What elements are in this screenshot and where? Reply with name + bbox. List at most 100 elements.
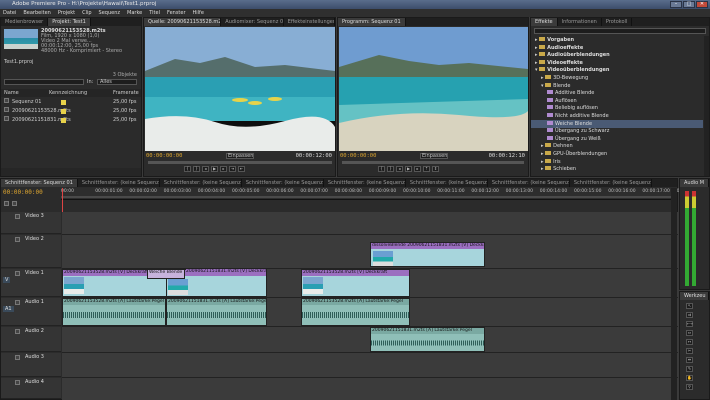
menu-item[interactable]: Fenster (167, 9, 186, 17)
tab-timeline[interactable]: Schnittfenster: (keine Sequenzen) (78, 179, 160, 187)
clip-video2[interactable]: dissolveBlende 20090621151831.m2ts [V] D… (370, 242, 485, 267)
search-scope-select[interactable]: Alles (97, 79, 137, 85)
track-header-audio-4[interactable]: Audio 4 (1, 378, 61, 399)
overwrite-button[interactable]: ⇤ (238, 166, 245, 172)
col-name[interactable]: Name (4, 89, 19, 97)
track-header-video-3[interactable]: Video 3 (1, 212, 61, 234)
play-icon[interactable]: ▶ (405, 166, 412, 172)
step-back-icon[interactable]: ◂ (396, 166, 403, 172)
insert-button[interactable]: ⇥ (229, 166, 236, 172)
source-fit-select[interactable]: Einpassen (226, 153, 254, 159)
menu-item[interactable]: Titel (149, 9, 160, 17)
step-forward-icon[interactable]: ▸ (414, 166, 421, 172)
program-fit-select[interactable]: Einpassen (420, 153, 448, 159)
target-video-label[interactable]: V (3, 277, 11, 283)
razor-tool-icon[interactable]: ✂ (686, 348, 693, 354)
tab-effect-controls[interactable]: Effekteinstellungen (284, 18, 335, 26)
snap-icon[interactable] (4, 201, 9, 206)
transition-soft-blend[interactable]: Weiche Blende (147, 269, 185, 279)
step-back-icon[interactable]: ◂ (202, 166, 209, 172)
slip-tool-icon[interactable]: ⇹ (686, 357, 693, 363)
tab-timeline[interactable]: Schnittfenster: (keine Sequenzen) (324, 179, 406, 187)
step-forward-icon[interactable]: ▸ (220, 166, 227, 172)
speaker-icon[interactable] (15, 329, 20, 334)
target-audio-label[interactable]: A1 (3, 306, 14, 312)
clip-video1-b[interactable] (166, 279, 267, 297)
extract-button[interactable]: ⇞ (432, 166, 439, 172)
tab-info[interactable]: Informationen (558, 18, 602, 26)
work-area-bar[interactable] (61, 196, 677, 198)
tab-project[interactable]: Projekt: Test1 (48, 18, 91, 26)
rate-stretch-tool-icon[interactable]: ↔ (686, 339, 693, 345)
speaker-icon[interactable] (15, 380, 20, 385)
tab-audiomixer[interactable]: Audiomixer: Sequenz 01 (221, 18, 284, 26)
track-header-audio-3[interactable]: Audio 3 (1, 353, 61, 377)
pen-tool-icon[interactable]: ✎ (686, 366, 693, 372)
clip-audio1-a[interactable]: 20090621153528.m2ts [A] Lautstärke:Pegel (62, 298, 166, 326)
source-timecode[interactable]: 00:00:00:00 (146, 153, 182, 159)
tab-timeline[interactable]: Schnittfenster: (keine Sequenzen) (570, 179, 652, 187)
clip-audio1-c[interactable]: 20090621153528.m2ts [A] Lautstärke:Pegel (301, 298, 410, 326)
mark-in-button[interactable]: { (184, 166, 191, 172)
minimize-button[interactable]: – (670, 1, 682, 8)
rolling-edit-tool-icon[interactable]: ⇔ (686, 330, 693, 336)
track-select-tool-icon[interactable]: ⇉ (686, 312, 693, 318)
menu-item[interactable]: Marke (127, 9, 142, 17)
speaker-icon[interactable] (15, 355, 20, 360)
menu-item[interactable]: Datei (3, 9, 16, 17)
track-header-video-2[interactable]: Video 2 (1, 235, 61, 268)
tab-effects[interactable]: Effekte (531, 18, 558, 26)
maximize-button[interactable]: □ (683, 1, 695, 8)
tab-timeline[interactable]: Schnittfenster: (keine Sequenzen) (488, 179, 570, 187)
zoom-tool-icon[interactable]: ⚲ (686, 384, 693, 390)
menu-item[interactable]: Bearbeiten (23, 9, 50, 17)
menu-item[interactable]: Projekt (58, 9, 75, 17)
play-icon[interactable]: ▶ (211, 166, 218, 172)
source-scrub-bar[interactable] (148, 161, 332, 164)
effects-scrollbar[interactable] (704, 36, 709, 176)
track-header-audio-2[interactable]: Audio 2 (1, 327, 61, 352)
speaker-icon[interactable] (15, 300, 20, 305)
selection-tool-icon[interactable]: ↖ (686, 303, 693, 309)
mark-out-button[interactable]: } (387, 166, 394, 172)
hand-tool-icon[interactable]: ✋ (686, 375, 693, 381)
tab-timeline[interactable]: Schnittfenster: (keine Sequenzen) (160, 179, 242, 187)
mark-in-button[interactable]: { (378, 166, 385, 172)
tab-timeline[interactable]: Schnittfenster: (keine Sequenzen) (242, 179, 324, 187)
track-header-video-1[interactable]: V Video 1 (1, 269, 61, 297)
clip-video1-c[interactable]: 20090621153528.m2ts [V] Deckkraft (301, 269, 410, 297)
close-button[interactable]: ✕ (696, 1, 708, 8)
program-scrub-bar[interactable] (342, 161, 524, 164)
timeline-timecode[interactable]: 00:00:00:00 (3, 189, 43, 196)
mark-out-button[interactable]: } (193, 166, 200, 172)
effects-search-input[interactable] (534, 28, 706, 34)
tab-history[interactable]: Protokoll (602, 18, 633, 26)
clip-audio2[interactable]: 20090621151831.m2ts [A] Lautstärke:Pegel (370, 327, 485, 352)
tab-source[interactable]: Quelle: 20090621153528.m2ts (144, 18, 222, 26)
tab-timeline[interactable]: Schnittfenster: (keine Sequenzen) (406, 179, 488, 187)
eye-icon[interactable] (15, 214, 20, 219)
ripple-edit-tool-icon[interactable]: ⟷ (686, 321, 693, 327)
col-label[interactable]: Kennzeichnung (49, 89, 87, 97)
col-framerate[interactable]: Framerate (113, 89, 139, 97)
tab-timeline[interactable]: Schnittfenster: Sequenz 01 (1, 179, 78, 187)
menu-item[interactable]: Hilfe (193, 9, 204, 17)
menu-item[interactable]: Sequenz (99, 9, 120, 17)
project-item[interactable]: 20090621151831.m2ts 25,00 fps (1, 116, 141, 125)
timeline-scrollbar[interactable] (671, 188, 677, 400)
effects-item[interactable]: ▸ Schieben (531, 165, 703, 173)
menu-item[interactable]: Clip (82, 9, 91, 17)
tab-tools[interactable]: Werkzeu (680, 292, 709, 300)
track-header-audio-1[interactable]: A1 Audio 1 (1, 298, 61, 326)
tab-program[interactable]: Programm: Sequenz 01 (338, 18, 406, 26)
lift-button[interactable]: ⇡ (423, 166, 430, 172)
eye-icon[interactable] (15, 271, 20, 276)
project-item[interactable]: Sequenz 01 25,00 fps (1, 98, 141, 107)
tab-media-browser[interactable]: Medienbrowser (1, 18, 49, 26)
timeline-ruler[interactable]: 00:00 00:00:01:00 00:00:02:00 00:00:03:00 00… (61, 188, 704, 200)
tab-audio-master[interactable]: Audio M (680, 179, 709, 187)
marker-icon[interactable] (12, 201, 17, 206)
program-timecode[interactable]: 00:00:00:00 (340, 153, 376, 159)
search-input[interactable] (4, 79, 84, 85)
clip-audio1-b[interactable]: 20090621151831.m2ts [A] Lautstärke:Pegel (166, 298, 267, 326)
